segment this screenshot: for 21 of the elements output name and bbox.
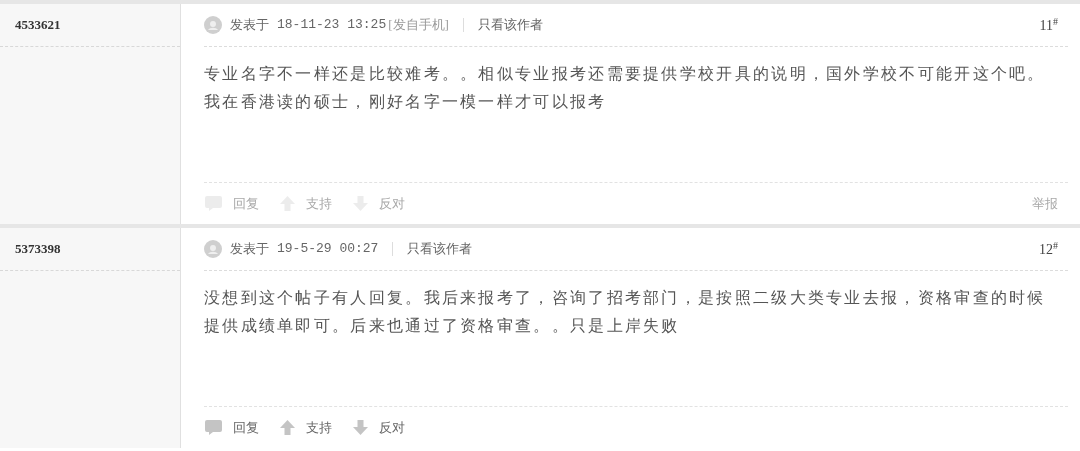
only-author-link[interactable]: 只看该作者 bbox=[477, 15, 543, 35]
support-button[interactable]: 支持 bbox=[279, 417, 332, 438]
post-source: [发自手机] bbox=[388, 16, 449, 35]
avatar-icon bbox=[204, 16, 222, 34]
avatar-icon bbox=[204, 240, 222, 258]
post-body: 专业名字不一样还是比较难考。。相似专业报考还需要提供学校开具的说明，国外学校不可能开这个吧。我在香港读的硕士，刚好名字一模一样才可以报考 bbox=[204, 64, 1047, 112]
post-time: 19-5-29 00:27 bbox=[277, 240, 379, 259]
oppose-button[interactable]: 反对 bbox=[352, 417, 405, 438]
speech-bubble-icon bbox=[204, 419, 223, 436]
reply-button[interactable]: 回复 bbox=[204, 417, 259, 438]
floor-number: 11$^{#}$ bbox=[1039, 14, 1058, 35]
post-body: 没想到这个帖子有人回复。我后来报考了，咨询了招考部门，是按照二级大类专业去报，资格审查的时候提供成绩单即可。后来也通过了资格审查。。只是上岸失败 bbox=[204, 288, 1047, 336]
arrow-up-icon bbox=[279, 419, 296, 436]
arrow-down-icon bbox=[352, 419, 369, 436]
floor-number: 12$^{#}$ bbox=[1039, 238, 1058, 259]
username[interactable]: 4533621 bbox=[15, 15, 61, 35]
only-author-link[interactable]: 只看该作者 bbox=[407, 239, 473, 259]
post-time: 18-11-23 13:25 bbox=[277, 16, 387, 35]
posted-label: 发表于 bbox=[230, 240, 269, 259]
posted-label: 发表于 bbox=[230, 16, 269, 35]
username[interactable]: 5373398 bbox=[15, 239, 61, 259]
